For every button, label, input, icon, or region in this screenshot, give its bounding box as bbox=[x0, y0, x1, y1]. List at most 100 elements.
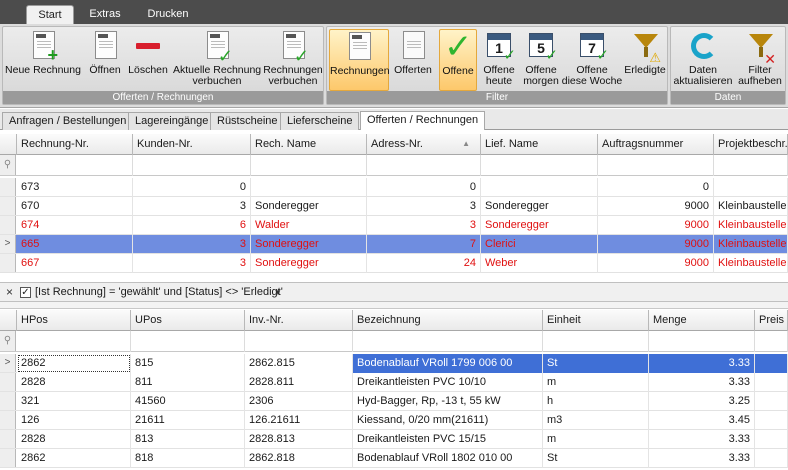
col-auftragsnummer[interactable]: Auftragsnummer bbox=[598, 134, 714, 155]
filter-cell[interactable] bbox=[367, 155, 481, 176]
cell-rech-name[interactable]: Sonderegger bbox=[251, 235, 367, 254]
cell-rechnung-nr[interactable]: 674 bbox=[17, 216, 133, 235]
refresh-data-button[interactable]: Daten aktualisieren bbox=[673, 29, 733, 91]
cell-upos[interactable]: 815 bbox=[131, 354, 245, 373]
positions-grid-filter-row[interactable]: ⚲ bbox=[0, 331, 788, 352]
cell-adress-nr[interactable]: 3 bbox=[367, 197, 481, 216]
filter-done-button[interactable]: ⚠ Erledigte bbox=[623, 29, 667, 91]
cell-menge[interactable]: 3.33 bbox=[649, 449, 755, 468]
col-lief-name[interactable]: Lief. Name bbox=[481, 134, 598, 155]
tab-lieferscheine[interactable]: Lieferscheine bbox=[280, 112, 360, 130]
cell-hpos[interactable]: 2828 bbox=[17, 373, 131, 392]
table-row-selected[interactable]: > 665 3 Sonderegger 7 Clerici 9000 Klein… bbox=[0, 235, 788, 254]
table-row[interactable]: 2862 818 2862.818 Bodenablauf VRoll 1802… bbox=[0, 449, 788, 468]
cell-rechnung-nr[interactable]: 665 bbox=[17, 235, 133, 254]
cell-einheit[interactable]: St bbox=[543, 354, 649, 373]
cell-rechnung-nr[interactable]: 673 bbox=[17, 178, 133, 197]
cell-auftragsnummer[interactable]: 9000 bbox=[598, 216, 714, 235]
table-row[interactable]: 126 21611 126.21611 Kiessand, 0/20 mm(21… bbox=[0, 411, 788, 430]
clear-filter-button[interactable]: ✕ Filter aufheben bbox=[735, 29, 785, 91]
col-menge[interactable]: Menge bbox=[649, 310, 755, 331]
cell-auftragsnummer[interactable]: 0 bbox=[598, 178, 714, 197]
cell-lief-name[interactable]: Sonderegger bbox=[481, 197, 598, 216]
cell-preis[interactable] bbox=[755, 354, 788, 373]
col-inv-nr[interactable]: Inv.-Nr. bbox=[245, 310, 353, 331]
filter-cell[interactable] bbox=[755, 331, 788, 352]
cell-rech-name[interactable]: Sonderegger bbox=[251, 254, 367, 273]
cell-upos[interactable]: 818 bbox=[131, 449, 245, 468]
cell-auftragsnummer[interactable]: 9000 bbox=[598, 197, 714, 216]
cell-auftragsnummer[interactable]: 9000 bbox=[598, 235, 714, 254]
tab-start[interactable]: Start bbox=[26, 5, 74, 24]
cell-adress-nr[interactable]: 0 bbox=[367, 178, 481, 197]
cell-inv-nr[interactable]: 126.21611 bbox=[245, 411, 353, 430]
cell-projektbeschr[interactable]: Kleinbaustellen bbox=[714, 197, 788, 216]
open-button[interactable]: Öffnen bbox=[87, 29, 123, 91]
cell-preis[interactable] bbox=[755, 392, 788, 411]
cell-einheit[interactable]: St bbox=[543, 449, 649, 468]
tab-ruestscheine[interactable]: Rüstscheine bbox=[210, 112, 285, 130]
cell-menge[interactable]: 3.33 bbox=[649, 354, 755, 373]
filter-cell[interactable] bbox=[598, 155, 714, 176]
cell-adress-nr[interactable]: 24 bbox=[367, 254, 481, 273]
tab-offerten-rechnungen[interactable]: Offerten / Rechnungen bbox=[360, 111, 486, 130]
cell-inv-nr[interactable]: 2828.811 bbox=[245, 373, 353, 392]
cell-inv-nr[interactable]: 2828.813 bbox=[245, 430, 353, 449]
cell-projektbeschr[interactable]: Kleinbaustellen bbox=[714, 254, 788, 273]
filter-offers-button[interactable]: Offerten bbox=[391, 29, 435, 91]
cell-menge[interactable]: 3.33 bbox=[649, 373, 755, 392]
filter-expression[interactable]: [Ist Rechnung] = 'gewählt' und [Status] … bbox=[35, 283, 283, 302]
filter-cell[interactable] bbox=[649, 331, 755, 352]
table-row[interactable]: 673 0 0 0 bbox=[0, 178, 788, 197]
cell-kunden-nr[interactable]: 6 bbox=[133, 216, 251, 235]
cell-hpos[interactable]: 2862 bbox=[17, 449, 131, 468]
filter-cell[interactable] bbox=[714, 155, 788, 176]
cell-hpos[interactable]: 321 bbox=[17, 392, 131, 411]
cell-hpos-focused[interactable]: 2862 bbox=[17, 354, 131, 373]
table-row[interactable]: 2828 811 2828.811 Dreikantleisten PVC 10… bbox=[0, 373, 788, 392]
filter-enabled-checkbox[interactable]: ✓ bbox=[20, 287, 31, 298]
cell-upos[interactable]: 21611 bbox=[131, 411, 245, 430]
filter-cell[interactable] bbox=[131, 331, 245, 352]
filter-cell[interactable] bbox=[543, 331, 649, 352]
col-hpos[interactable]: HPos bbox=[17, 310, 131, 331]
col-rech-name[interactable]: Rech. Name bbox=[251, 134, 367, 155]
col-bezeichnung[interactable]: Bezeichnung bbox=[353, 310, 543, 331]
delete-button[interactable]: Löschen bbox=[127, 29, 169, 91]
cell-einheit[interactable]: m3 bbox=[543, 411, 649, 430]
filter-cell[interactable] bbox=[133, 155, 251, 176]
cell-preis[interactable] bbox=[755, 411, 788, 430]
close-filter-icon[interactable]: × bbox=[6, 283, 13, 302]
filter-open-this-week-button[interactable]: 7 ✓ Offene diese Woche bbox=[561, 29, 623, 91]
cell-rech-name[interactable] bbox=[251, 178, 367, 197]
cell-rechnung-nr[interactable]: 670 bbox=[17, 197, 133, 216]
tab-drucken[interactable]: Drucken bbox=[140, 5, 196, 24]
filter-cell[interactable] bbox=[17, 155, 133, 176]
col-projektbeschr[interactable]: Projektbeschr. bbox=[714, 134, 788, 155]
splitter[interactable] bbox=[0, 302, 788, 309]
filter-cell[interactable] bbox=[353, 331, 543, 352]
cell-lief-name[interactable]: Sonderegger bbox=[481, 216, 598, 235]
tab-anfragen-bestellungen[interactable]: Anfragen / Bestellungen bbox=[2, 112, 134, 130]
cell-inv-nr[interactable]: 2862.815 bbox=[245, 354, 353, 373]
table-row-selected[interactable]: > 2862 815 2862.815 Bodenablauf VRoll 17… bbox=[0, 354, 788, 373]
filter-cell[interactable] bbox=[481, 155, 598, 176]
table-row[interactable]: 674 6 Walder 3 Sonderegger 9000 Kleinbau… bbox=[0, 216, 788, 235]
cell-upos[interactable]: 813 bbox=[131, 430, 245, 449]
col-rechnung-nr[interactable]: Rechnung-Nr. bbox=[17, 134, 133, 155]
cell-bezeichnung[interactable]: Dreikantleisten PVC 15/15 bbox=[353, 430, 543, 449]
table-row[interactable]: 667 3 Sonderegger 24 Weber 9000 Kleinbau… bbox=[0, 254, 788, 273]
cell-menge[interactable]: 3.45 bbox=[649, 411, 755, 430]
cell-menge[interactable]: 3.33 bbox=[649, 430, 755, 449]
cell-bezeichnung[interactable]: Kiessand, 0/20 mm(21611) bbox=[353, 411, 543, 430]
cell-rechnung-nr[interactable]: 667 bbox=[17, 254, 133, 273]
col-einheit[interactable]: Einheit bbox=[543, 310, 649, 331]
cell-einheit[interactable]: m bbox=[543, 430, 649, 449]
cell-bezeichnung[interactable]: Hyd-Bagger, Rp, -13 t, 55 kW bbox=[353, 392, 543, 411]
cell-bezeichnung[interactable]: Bodenablauf VRoll 1802 010 00 bbox=[353, 449, 543, 468]
cell-adress-nr[interactable]: 3 bbox=[367, 216, 481, 235]
filter-dropdown-icon[interactable]: ▼ bbox=[274, 283, 282, 302]
cell-preis[interactable] bbox=[755, 449, 788, 468]
cell-kunden-nr[interactable]: 0 bbox=[133, 178, 251, 197]
col-preis[interactable]: Preis L bbox=[755, 310, 788, 331]
